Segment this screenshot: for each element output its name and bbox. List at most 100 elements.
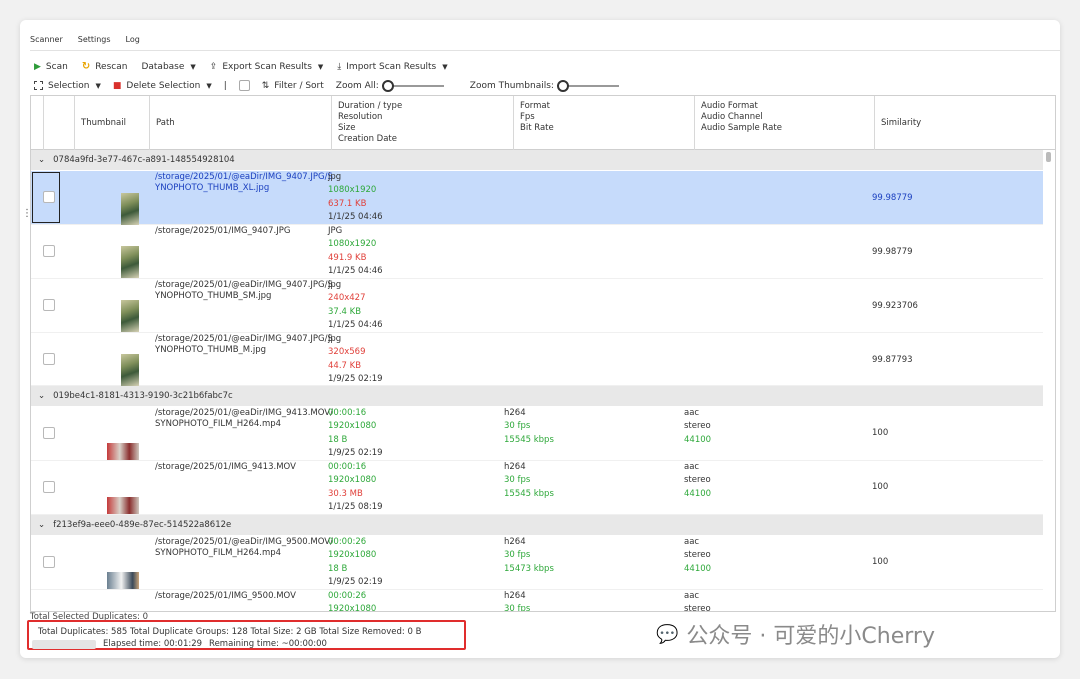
caret-down-icon: ▼ <box>206 81 212 90</box>
row-path: /storage/2025/01/IMG_9413.MOV <box>155 462 296 472</box>
image-thumbnail <box>121 193 139 225</box>
row-audio-info: aac stereo 44100 <box>684 408 712 445</box>
image-thumbnail <box>121 300 139 332</box>
table-row[interactable]: /storage/2025/01/IMG_9407.JPG JPG 1080x1… <box>31 225 1043 279</box>
zoom-thumbnails-control: Zoom Thumbnails: <box>470 79 619 92</box>
row-similarity: 99.923706 <box>872 301 918 311</box>
row-media-info: 00:00:16 1920x1080 18 B 1/9/25 02:19 <box>328 408 383 458</box>
export-icon: ⇪ <box>209 61 218 72</box>
table-row[interactable]: /storage/2025/01/@eaDir/IMG_9500.MOV/SYN… <box>31 536 1043 590</box>
tab-log[interactable]: Log <box>126 35 140 51</box>
export-label: Export Scan Results <box>222 61 312 72</box>
zoom-all-label: Zoom All: <box>335 80 379 91</box>
caret-down-icon: ▼ <box>95 81 101 90</box>
totals-text: Total Duplicates: 585 Total Duplicate Gr… <box>38 627 422 637</box>
zoom-all-control: Zoom All: <box>335 79 444 92</box>
table-row[interactable]: /storage/2025/01/IMG_9500.MOV 00:00:26 1… <box>31 590 1043 612</box>
group-header[interactable]: ⌄ 0784a9fd-3e77-467c-a891-148554928104 <box>31 150 1043 170</box>
row-media-info: 00:00:26 1920x1080 <box>328 591 377 612</box>
row-format-info: h264 30 fps <box>504 591 531 612</box>
database-menu-button[interactable]: Database ▼ <box>141 62 195 72</box>
row-path: /storage/2025/01/@eaDir/IMG_9413.MOV/SYN… <box>155 408 333 429</box>
row-similarity: 99.98779 <box>872 193 913 203</box>
table-row[interactable]: /storage/2025/01/@eaDir/IMG_9407.JPG/SYN… <box>31 333 1043 386</box>
group-id: 0784a9fd-3e77-467c-a891-148554928104 <box>53 155 235 165</box>
app-window: Scanner Settings Log ▶ Scan ↻ Rescan Dat… <box>20 20 1060 658</box>
chevron-down-icon[interactable]: ⌄ <box>38 391 45 401</box>
main-toolbar: ▶ Scan ↻ Rescan Database ▼ ⇪ Export Scan… <box>34 61 448 72</box>
row-checkbox[interactable] <box>43 427 55 439</box>
row-path: /storage/2025/01/@eaDir/IMG_9500.MOV/SYN… <box>155 537 333 558</box>
rescan-button[interactable]: ↻ Rescan <box>82 61 128 72</box>
zoom-all-slider-handle[interactable] <box>381 79 394 92</box>
table-row[interactable]: /storage/2025/01/IMG_9413.MOV 00:00:16 1… <box>31 461 1043 515</box>
row-checkbox[interactable] <box>43 481 55 493</box>
row-similarity: 100 <box>872 428 889 438</box>
drag-handle-icon[interactable]: ⋮ <box>22 209 32 227</box>
row-media-info: 00:00:26 1920x1080 18 B 1/9/25 02:19 <box>328 537 383 587</box>
header-path[interactable]: Path <box>150 96 332 150</box>
group-header[interactable]: ⌄ f213ef9a-eee0-489e-87ec-514522a8612e <box>31 515 1043 535</box>
row-similarity: 100 <box>872 557 889 567</box>
group-id: 019be4c1-8181-4313-9190-3c21b6fabc7c <box>53 391 233 401</box>
row-media-info: 00:00:16 1920x1080 30.3 MB 1/1/25 08:19 <box>328 462 383 512</box>
row-checkbox[interactable] <box>43 245 55 257</box>
tab-scanner[interactable]: Scanner <box>30 35 63 51</box>
zoom-thumbnails-slider-handle[interactable] <box>556 79 569 92</box>
database-label: Database <box>141 61 185 72</box>
filter-sort-button[interactable]: ⇅ Filter / Sort <box>262 81 324 91</box>
selection-menu-button[interactable]: Selection ▼ <box>34 81 101 91</box>
filter-sort-icon: ⇅ <box>261 80 270 91</box>
import-label: Import Scan Results <box>346 61 437 72</box>
table-row[interactable]: /storage/2025/01/@eaDir/IMG_9407.JPG/SYN… <box>31 171 1043 225</box>
video-thumbnail <box>107 572 139 589</box>
row-checkbox[interactable] <box>43 299 55 311</box>
export-scan-results-button[interactable]: ⇪ Export Scan Results ▼ <box>210 62 324 72</box>
header-similarity[interactable]: Similarity <box>875 96 1055 150</box>
image-thumbnail <box>121 246 139 278</box>
watermark: 💬 公众号 · 可爱的小Cherry <box>656 618 935 650</box>
selection-label: Selection <box>48 80 90 91</box>
header-duration[interactable]: Duration / type Resolution Size Creation… <box>332 96 514 150</box>
chevron-down-icon[interactable]: ⌄ <box>38 155 45 165</box>
delete-selection-label: Delete Selection <box>126 80 201 91</box>
row-checkbox[interactable] <box>43 353 55 365</box>
table-header: Thumbnail Path Duration / type Resolutio… <box>31 96 1055 150</box>
row-format-info: h264 30 fps 15545 kbps <box>504 408 554 445</box>
row-format-info: h264 30 fps 15545 kbps <box>504 462 554 499</box>
row-similarity: 99.87793 <box>872 355 913 365</box>
header-thumbnail[interactable]: Thumbnail <box>75 96 150 150</box>
vertical-scrollbar[interactable] <box>1046 152 1051 162</box>
row-audio-info: aac stereo 44100 <box>684 537 712 574</box>
scan-button[interactable]: ▶ Scan <box>34 62 68 72</box>
import-scan-results-button[interactable]: ⤓ Import Scan Results ▼ <box>337 62 447 72</box>
table-row[interactable]: /storage/2025/01/@eaDir/IMG_9413.MOV/SYN… <box>31 407 1043 461</box>
selection-toolbar: Selection ▼ ■ Delete Selection ▼ | ⇅ Fil… <box>34 79 619 92</box>
group-header[interactable]: ⌄ 019be4c1-8181-4313-9190-3c21b6fabc7c <box>31 386 1043 406</box>
zoom-thumbnails-slider[interactable] <box>556 79 619 92</box>
header-format[interactable]: Format Fps Bit Rate <box>514 96 695 150</box>
remaining-time: Remaining time: ~00:00:00 <box>209 639 327 649</box>
delete-selection-button[interactable]: ■ Delete Selection ▼ <box>113 81 212 91</box>
row-path: /storage/2025/01/IMG_9500.MOV <box>155 591 296 601</box>
row-similarity: 99.98779 <box>872 247 913 257</box>
row-audio-info: aac stereo 44100 <box>684 462 712 499</box>
chevron-down-icon[interactable]: ⌄ <box>38 520 45 530</box>
table-row[interactable]: /storage/2025/01/@eaDir/IMG_9407.JPG/SYN… <box>31 279 1043 333</box>
row-checkbox[interactable] <box>43 556 55 568</box>
wechat-icon: 💬 <box>656 623 679 645</box>
row-audio-info: aac stereo <box>684 591 711 612</box>
selection-icon <box>34 81 43 90</box>
filter-checkbox[interactable] <box>238 80 250 91</box>
row-media-info: jpg 320x569 44.7 KB 1/9/25 02:19 <box>328 334 383 384</box>
zoom-all-slider[interactable] <box>381 79 444 92</box>
toolbar-separator: | <box>223 80 227 91</box>
image-thumbnail <box>121 354 139 386</box>
play-icon: ▶ <box>34 61 41 72</box>
header-checkbox[interactable] <box>44 96 75 150</box>
header-audio[interactable]: Audio Format Audio Channel Audio Sample … <box>695 96 875 150</box>
import-icon: ⤓ <box>337 61 342 72</box>
row-media-info: jpg 1080x1920 637.1 KB 1/1/25 04:46 <box>328 172 383 222</box>
tab-settings[interactable]: Settings <box>78 35 111 51</box>
row-checkbox[interactable] <box>43 191 55 203</box>
